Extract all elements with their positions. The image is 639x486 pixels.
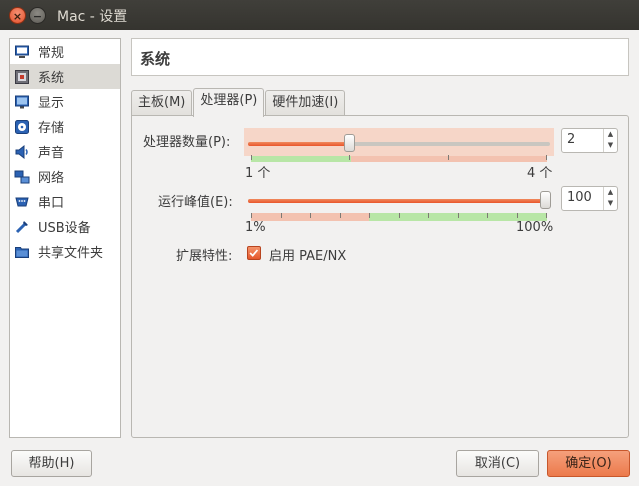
sidebar-item-label: 声音 (38, 146, 65, 161)
tick-mark (310, 213, 311, 218)
sidebar-item-network[interactable]: 网络 (10, 164, 120, 189)
speaker-icon (15, 144, 28, 159)
execution-cap-label: 运行峰值(E): (158, 195, 233, 210)
spinbox-arrows: ▲ ▼ (603, 187, 617, 210)
execution-cap-spinbox[interactable]: 100 ▲ ▼ (561, 186, 618, 211)
window-title: Mac - 设置 (57, 9, 128, 25)
sidebar-item-label: 系统 (38, 71, 65, 86)
sidebar-item-system[interactable]: 系统 (10, 64, 120, 89)
settings-sidebar: 常规 系统 显示 存储 声音 网络 串口 USB设备 共享文件夹 (9, 38, 121, 438)
pae-nx-label: 启用 PAE/NX (269, 249, 347, 264)
tick-mark (546, 213, 547, 218)
execution-cap-min-label: 1% (245, 220, 266, 235)
execution-cap-value: 100 (567, 190, 592, 205)
cpu-count-label: 处理器数量(P): (143, 135, 231, 150)
help-button[interactable]: 帮助(H) (11, 450, 92, 477)
tick-mark (369, 213, 370, 218)
sidebar-item-storage[interactable]: 存储 (10, 114, 120, 139)
display-icon (15, 95, 29, 108)
tick-mark (487, 213, 488, 218)
chevron-down-icon[interactable]: ▼ (604, 198, 617, 209)
monitor-icon (15, 45, 29, 58)
close-window-button[interactable]: × (9, 7, 26, 24)
ok-button[interactable]: 确定(O) (547, 450, 630, 477)
network-icon (14, 170, 30, 183)
page-title: 系统 (131, 38, 629, 76)
folder-icon (15, 246, 29, 258)
sidebar-item-label: 常规 (38, 46, 65, 61)
sidebar-item-general[interactable]: 常规 (10, 39, 120, 64)
execution-cap-slider-fill (248, 199, 545, 203)
sidebar-item-label: 网络 (38, 171, 65, 186)
processor-panel (131, 115, 629, 438)
system-board-icon (15, 69, 29, 84)
tab-processor[interactable]: 处理器(P) (193, 88, 265, 117)
cancel-button[interactable]: 取消(C) (456, 450, 539, 477)
spinbox-arrows: ▲ ▼ (603, 129, 617, 152)
cpu-count-ticks (251, 155, 547, 161)
storage-icon (15, 119, 29, 134)
tab-acceleration[interactable]: 硬件加速(I) (265, 90, 346, 116)
execution-cap-max-label: 100% (516, 220, 554, 235)
sidebar-item-label: 共享文件夹 (38, 246, 104, 261)
pae-nx-checkbox[interactable] (247, 246, 261, 260)
tick-mark (428, 213, 429, 218)
sidebar-item-audio[interactable]: 声音 (10, 139, 120, 164)
usb-icon (15, 220, 28, 233)
tick-mark (399, 213, 400, 218)
cpu-count-min-label: 1 个 (245, 166, 271, 181)
sidebar-item-shared-folders[interactable]: 共享文件夹 (10, 239, 120, 264)
execution-cap-slider-handle[interactable] (540, 191, 551, 209)
tick-mark (281, 213, 282, 218)
checkmark-icon (249, 249, 259, 257)
minimize-window-button[interactable]: − (29, 7, 46, 24)
extended-features-label: 扩展特性: (176, 249, 233, 264)
tick-mark (517, 213, 518, 218)
cpu-count-value: 2 (567, 132, 576, 147)
tick-mark (340, 213, 341, 218)
cpu-count-slider-fill (248, 142, 349, 146)
cpu-count-spinbox[interactable]: 2 ▲ ▼ (561, 128, 618, 153)
tick-mark (448, 155, 449, 160)
cpu-count-max-label: 4 个 (527, 166, 553, 181)
sidebar-item-usb[interactable]: USB设备 (10, 214, 120, 239)
tick-mark (546, 155, 547, 160)
execution-cap-ticks (251, 213, 547, 219)
sidebar-item-display[interactable]: 显示 (10, 89, 120, 114)
sidebar-item-label: 串口 (38, 196, 65, 211)
title-bar: × − Mac - 设置 (0, 0, 639, 30)
chevron-up-icon[interactable]: ▲ (604, 129, 617, 140)
tick-mark (349, 155, 350, 160)
sidebar-item-label: USB设备 (38, 221, 91, 236)
tab-bar: 主板(M) 处理器(P) 硬件加速(I) (131, 88, 346, 117)
tick-mark (458, 213, 459, 218)
tick-mark (251, 213, 252, 218)
cpu-count-slider-handle[interactable] (344, 134, 355, 152)
tab-motherboard[interactable]: 主板(M) (131, 90, 193, 116)
sidebar-item-serial-ports[interactable]: 串口 (10, 189, 120, 214)
serial-port-icon (15, 197, 29, 206)
tick-mark (251, 155, 252, 160)
sidebar-item-label: 存储 (38, 121, 65, 136)
chevron-up-icon[interactable]: ▲ (604, 187, 617, 198)
sidebar-item-label: 显示 (38, 96, 65, 111)
chevron-down-icon[interactable]: ▼ (604, 140, 617, 151)
